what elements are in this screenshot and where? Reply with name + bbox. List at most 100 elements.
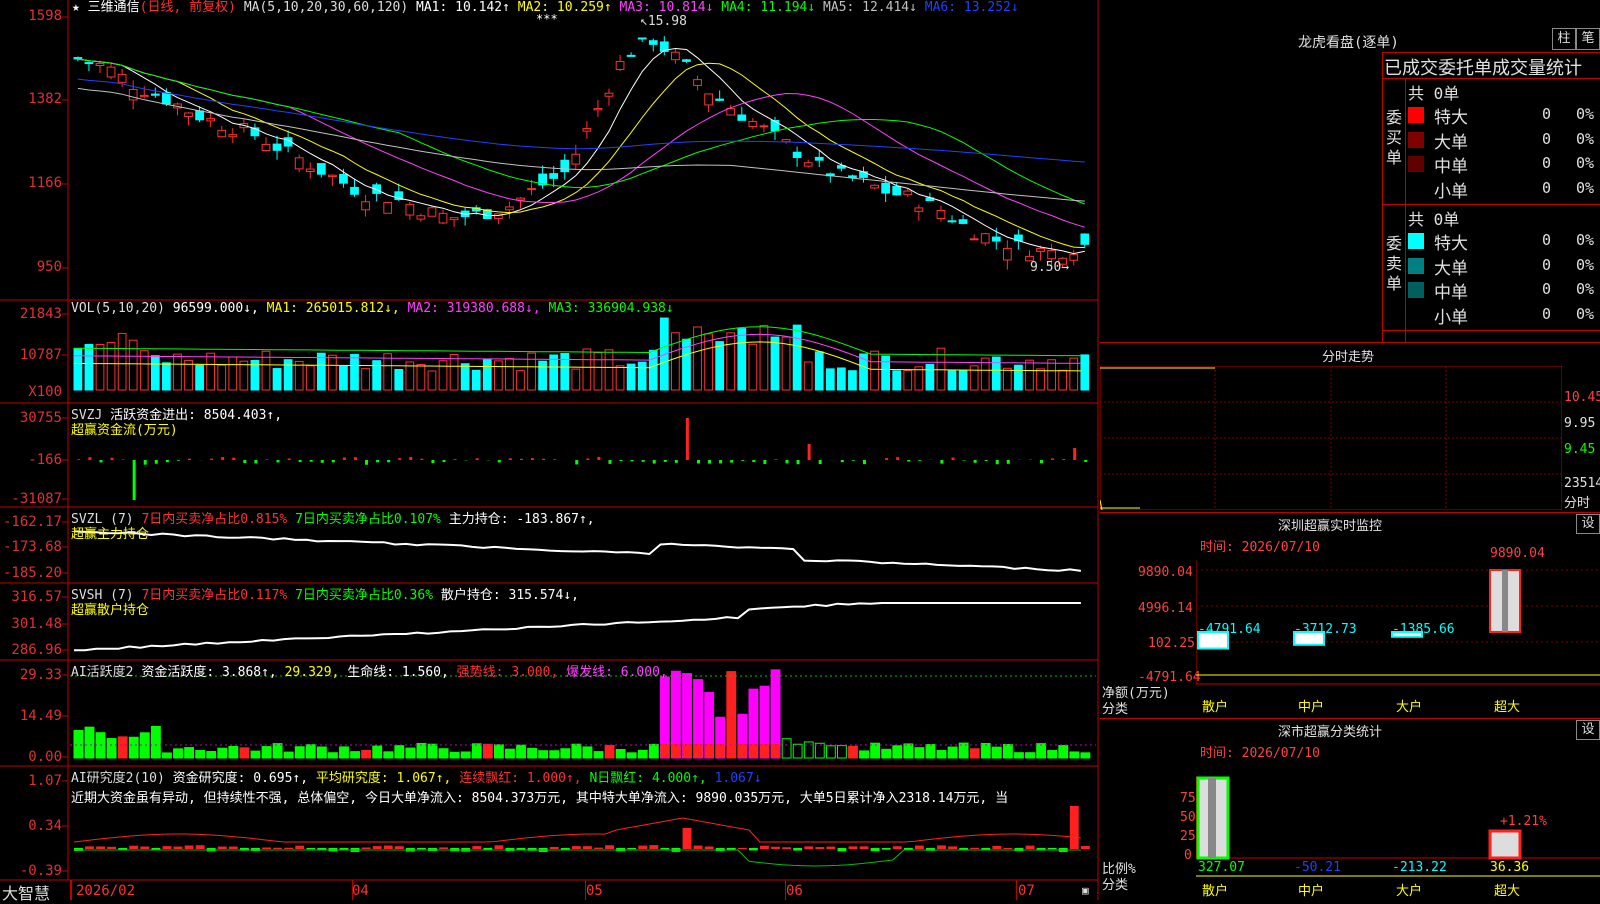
activity-bar bbox=[461, 752, 470, 758]
candle bbox=[649, 38, 657, 51]
class-bar-value: 36.36 bbox=[1490, 860, 1529, 875]
activity-bar-base bbox=[672, 744, 681, 758]
activity-bar bbox=[1026, 753, 1035, 758]
research-bar bbox=[174, 847, 183, 849]
research-bar bbox=[439, 847, 448, 849]
flow-bar bbox=[918, 460, 921, 461]
intraday-chart[interactable] bbox=[1100, 366, 1562, 510]
price-axis-tick: 1598 bbox=[0, 8, 62, 24]
order-pct: 0% bbox=[1576, 130, 1594, 148]
vol-unit-button[interactable]: X100 bbox=[0, 384, 62, 400]
flow-bar bbox=[177, 460, 180, 461]
class-settings-button[interactable]: 设 bbox=[1576, 720, 1600, 740]
class-category: 大户 bbox=[1396, 880, 1422, 899]
flow-bar bbox=[398, 458, 401, 460]
activity-bar bbox=[594, 752, 603, 758]
chart-area[interactable] bbox=[0, 0, 1100, 900]
activity-bar bbox=[926, 745, 935, 758]
volume-bar bbox=[882, 356, 890, 390]
activity-bar bbox=[1003, 745, 1012, 758]
flow-bar bbox=[1062, 459, 1065, 460]
research-bar bbox=[683, 828, 692, 849]
activity-bar bbox=[1037, 744, 1046, 758]
volume-bar bbox=[472, 370, 480, 390]
flow-bar bbox=[1007, 460, 1010, 464]
svzj-axis-tick: -31087 bbox=[0, 491, 62, 507]
flow-bar bbox=[509, 458, 512, 460]
candle bbox=[705, 93, 713, 112]
flow-bar bbox=[354, 457, 357, 460]
activity-bar-base bbox=[716, 744, 725, 758]
ma-line bbox=[78, 59, 1085, 248]
order-pct: 0% bbox=[1576, 280, 1594, 298]
flow-bar bbox=[498, 460, 501, 462]
flow-bar bbox=[531, 458, 534, 460]
candle bbox=[616, 55, 624, 71]
monitor-bar bbox=[1490, 570, 1520, 632]
flow-bar bbox=[332, 460, 335, 462]
activity-bar bbox=[329, 753, 338, 758]
order-count: 0 bbox=[1542, 305, 1551, 323]
activity-bar bbox=[649, 744, 658, 758]
candle bbox=[450, 218, 458, 227]
flow-bar bbox=[376, 460, 379, 462]
pen-mode-button[interactable]: 笔 bbox=[1576, 28, 1600, 50]
flow-bar bbox=[741, 460, 744, 461]
candle bbox=[550, 166, 558, 187]
vol-axis-tick: 10787 bbox=[0, 347, 62, 363]
volume-bar bbox=[1037, 369, 1045, 390]
order-count: 0 bbox=[1542, 256, 1551, 274]
candle bbox=[749, 118, 757, 129]
research-bars bbox=[74, 806, 1090, 866]
volume-bar bbox=[616, 366, 624, 390]
research-bar bbox=[804, 846, 813, 849]
flow-bar bbox=[111, 458, 114, 460]
svzl-axis-tick: -162.17 bbox=[0, 514, 62, 530]
research-axis-tick: 0.34 bbox=[0, 818, 62, 834]
volume-bar bbox=[284, 360, 292, 390]
intraday-label: 分时 bbox=[1564, 492, 1590, 511]
lock-icon[interactable]: ▣ bbox=[1082, 884, 1089, 897]
activity-bar bbox=[782, 739, 791, 758]
average-research-line bbox=[74, 850, 1081, 866]
research-header: AI研究度2(10) 资金研究度: 0.695↑, 平均研究度: 1.067↑,… bbox=[71, 767, 762, 786]
activity-bar bbox=[1059, 745, 1068, 758]
candle bbox=[638, 38, 646, 42]
candle bbox=[561, 154, 569, 180]
flow-bar bbox=[343, 457, 346, 460]
candle bbox=[948, 215, 956, 223]
flow-bar bbox=[476, 458, 479, 460]
candle bbox=[273, 136, 281, 160]
flow-bar bbox=[310, 460, 313, 462]
bar-mode-button[interactable]: 柱 bbox=[1552, 28, 1576, 50]
monitor-settings-button[interactable]: 设 bbox=[1576, 514, 1600, 534]
activity-bar bbox=[539, 751, 548, 758]
research-bar bbox=[815, 847, 824, 849]
volume-bar bbox=[506, 358, 514, 390]
flow-bar bbox=[797, 460, 800, 464]
candle bbox=[229, 128, 237, 143]
research-axis-tick: 1.07 bbox=[0, 773, 62, 789]
flow-bar bbox=[210, 459, 213, 460]
research-bar bbox=[871, 848, 880, 851]
research-bar bbox=[572, 846, 581, 849]
candle bbox=[129, 80, 137, 109]
flow-bar bbox=[719, 460, 722, 463]
flow-bar bbox=[642, 460, 645, 462]
activity-bar bbox=[273, 744, 282, 758]
volume-bar bbox=[649, 350, 657, 390]
activity-bar bbox=[506, 749, 515, 758]
volume-bar bbox=[74, 349, 82, 390]
flow-bar bbox=[996, 460, 999, 464]
activity-bar-base bbox=[683, 744, 692, 758]
research-bar bbox=[749, 848, 758, 850]
research-bar bbox=[550, 847, 559, 849]
candle bbox=[970, 234, 978, 239]
volume-bar bbox=[1048, 360, 1056, 390]
activity-bar bbox=[129, 737, 138, 758]
flow-bar bbox=[752, 460, 755, 462]
order-size-name: 中单 bbox=[1434, 278, 1468, 303]
research-bar bbox=[196, 845, 205, 849]
research-bar bbox=[129, 846, 138, 849]
class-bar-value: 327.07 bbox=[1198, 860, 1245, 875]
